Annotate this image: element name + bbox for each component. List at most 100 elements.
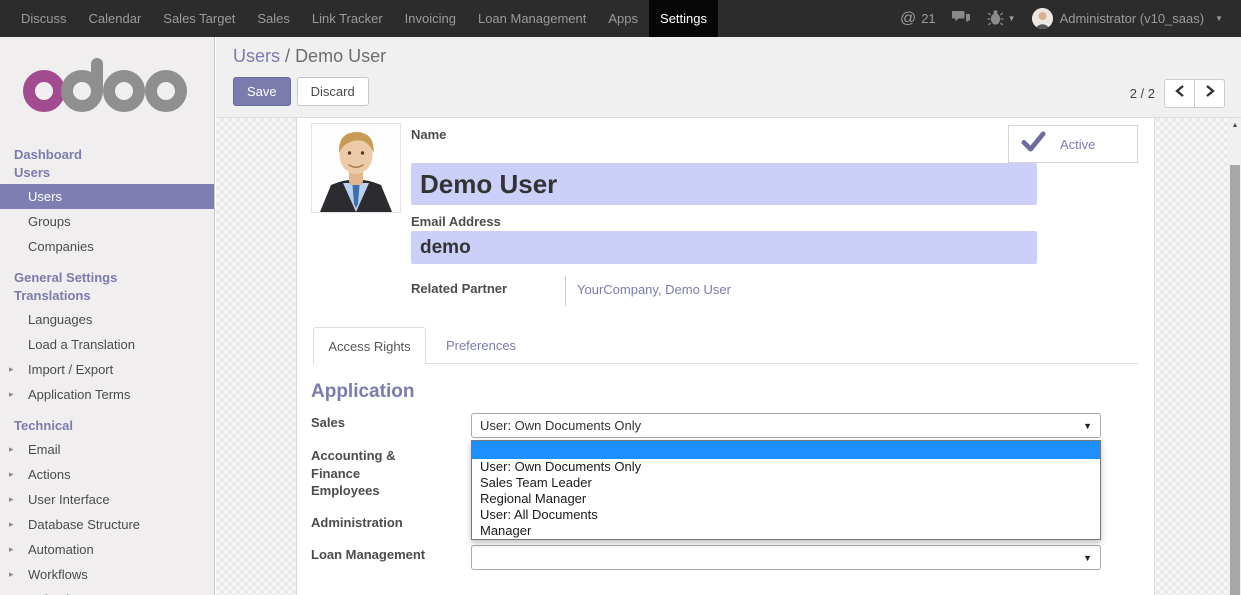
loan-management-select[interactable]: ▼ <box>471 545 1101 570</box>
expand-arrow-icon: ▸ <box>9 462 14 487</box>
nav-item-sales-target[interactable]: Sales Target <box>152 0 246 37</box>
user-name-label: Administrator (v10_saas) <box>1060 11 1205 26</box>
related-partner-label: Related Partner <box>411 281 507 296</box>
breadcrumb-current: Demo User <box>295 46 386 66</box>
nav-item-link-tracker[interactable]: Link Tracker <box>301 0 394 37</box>
sidebar-item-label: Application Terms <box>28 387 130 402</box>
sidebar-heading-technical[interactable]: Technical <box>0 417 214 435</box>
nav-item-invoicing[interactable]: Invoicing <box>394 0 467 37</box>
caret-down-icon: ▼ <box>1215 14 1223 23</box>
sidebar-item-label: Actions <box>28 467 71 482</box>
nav-item-settings[interactable]: Settings <box>649 0 718 37</box>
tab-preferences[interactable]: Preferences <box>426 327 536 364</box>
pager-value: 2 / 2 <box>1130 86 1155 101</box>
user-avatar-small <box>1032 8 1053 29</box>
scroll-up-icon[interactable]: ▲ <box>1229 118 1241 132</box>
sales-option-manager[interactable]: Manager <box>472 523 1100 539</box>
sales-options-dropdown: User: Own Documents Only Sales Team Lead… <box>471 440 1101 540</box>
sidebar-heading-dashboard[interactable]: Dashboard <box>0 146 214 164</box>
sidebar-item-users[interactable]: Users <box>0 184 214 209</box>
name-label: Name <box>411 127 446 142</box>
expand-arrow-icon: ▸ <box>9 357 14 382</box>
related-partner-link[interactable]: YourCompany, Demo User <box>577 282 731 297</box>
mentions-counter[interactable]: @ 21 <box>900 10 936 28</box>
sidebar-item-load-a-translation[interactable]: Load a Translation <box>0 332 214 357</box>
sidebar: Dashboard Users Users Groups Companies G… <box>0 37 215 595</box>
nav-item-discuss[interactable]: Discuss <box>10 0 78 37</box>
sidebar-item-languages[interactable]: Languages <box>0 307 214 332</box>
active-checkbox[interactable]: Active <box>1008 125 1138 163</box>
expand-arrow-icon: ▸ <box>9 382 14 407</box>
top-navbar: Discuss Calendar Sales Target Sales Link… <box>0 0 1241 37</box>
email-label: Email Address <box>411 214 501 229</box>
sidebar-item-label: Automation <box>28 542 94 557</box>
nav-item-apps[interactable]: Apps <box>597 0 649 37</box>
sales-select[interactable]: User: Own Documents Only ▼ <box>471 413 1101 438</box>
scrollbar-thumb[interactable] <box>1230 165 1240 595</box>
sidebar-heading-general-settings[interactable]: General Settings <box>0 269 214 287</box>
name-input[interactable]: Demo User <box>411 163 1037 205</box>
sidebar-item-companies[interactable]: Companies <box>0 234 214 259</box>
sales-option-sales-team-leader[interactable]: Sales Team Leader <box>472 475 1100 491</box>
vertical-scrollbar[interactable]: ▲ <box>1229 118 1241 595</box>
sidebar-item-calendar[interactable]: ▸ Calendar <box>0 587 214 595</box>
sales-option-regional-manager[interactable]: Regional Manager <box>472 491 1100 507</box>
expand-arrow-icon: ▸ <box>9 537 14 562</box>
sidebar-heading-users[interactable]: Users <box>0 164 214 182</box>
sidebar-item-label: Import / Export <box>28 362 113 377</box>
sales-option-user-all-documents[interactable]: User: All Documents <box>472 507 1100 523</box>
sidebar-item-email[interactable]: ▸ Email <box>0 437 214 462</box>
sidebar-item-application-terms[interactable]: ▸ Application Terms <box>0 382 214 407</box>
sidebar-item-label: Workflows <box>28 567 88 582</box>
application-heading: Application <box>311 381 414 403</box>
mention-count: 21 <box>921 11 935 26</box>
sidebar-heading-translations[interactable]: Translations <box>0 287 214 305</box>
sidebar-item-workflows[interactable]: ▸ Workflows <box>0 562 214 587</box>
navbar-menu: Discuss Calendar Sales Target Sales Link… <box>10 0 718 37</box>
sales-option-empty[interactable] <box>472 441 1100 459</box>
main-content-area: Name Active Demo User Email Address demo… <box>216 118 1229 595</box>
nav-item-calendar[interactable]: Calendar <box>78 0 153 37</box>
pager-previous-button[interactable] <box>1164 79 1195 108</box>
sales-field-label: Sales <box>311 415 345 430</box>
loan-management-field-label: Loan Management <box>311 547 425 562</box>
bug-menu[interactable]: ▼ <box>987 9 1016 29</box>
check-icon <box>1021 130 1046 158</box>
sidebar-item-import-export[interactable]: ▸ Import / Export <box>0 357 214 382</box>
nav-item-sales[interactable]: Sales <box>246 0 301 37</box>
dropdown-arrow-icon: ▼ <box>1083 553 1092 563</box>
nav-item-loan-management[interactable]: Loan Management <box>467 0 597 37</box>
chevron-left-icon <box>1175 84 1185 103</box>
sidebar-item-groups[interactable]: Groups <box>0 209 214 234</box>
expand-arrow-icon: ▸ <box>9 487 14 512</box>
breadcrumb: Users / Demo User <box>233 46 386 67</box>
administration-field-label: Administration <box>311 515 403 530</box>
expand-arrow-icon: ▸ <box>9 437 14 462</box>
sales-select-value: User: Own Documents Only <box>480 418 641 433</box>
user-menu[interactable]: Administrator (v10_saas) ▼ <box>1032 8 1223 29</box>
accounting-finance-field-label: Accounting & Finance <box>311 447 421 483</box>
tab-access-rights[interactable]: Access Rights <box>313 327 426 364</box>
sidebar-item-automation[interactable]: ▸ Automation <box>0 537 214 562</box>
form-sheet: Name Active Demo User Email Address demo… <box>296 118 1155 595</box>
employees-field-label: Employees <box>311 483 380 498</box>
sidebar-item-database-structure[interactable]: ▸ Database Structure <box>0 512 214 537</box>
dropdown-arrow-icon: ▼ <box>1083 421 1092 431</box>
sales-option-user-own-documents[interactable]: User: Own Documents Only <box>472 459 1100 475</box>
tabs-divider <box>313 363 1138 364</box>
odoo-logo[interactable] <box>0 37 214 146</box>
email-input[interactable]: demo <box>411 231 1037 264</box>
sidebar-item-actions[interactable]: ▸ Actions <box>0 462 214 487</box>
sidebar-item-label: Database Structure <box>28 517 140 532</box>
save-button[interactable]: Save <box>233 77 291 106</box>
user-photo[interactable] <box>312 124 400 212</box>
chat-icon[interactable] <box>952 10 971 28</box>
sidebar-item-user-interface[interactable]: ▸ User Interface <box>0 487 214 512</box>
record-pager: 2 / 2 <box>1130 79 1225 108</box>
sidebar-item-label: User Interface <box>28 492 110 507</box>
expand-arrow-icon: ▸ <box>9 562 14 587</box>
bug-icon <box>987 9 1004 29</box>
discard-button[interactable]: Discard <box>297 77 369 106</box>
breadcrumb-users-link[interactable]: Users <box>233 46 280 66</box>
pager-next-button[interactable] <box>1194 79 1225 108</box>
